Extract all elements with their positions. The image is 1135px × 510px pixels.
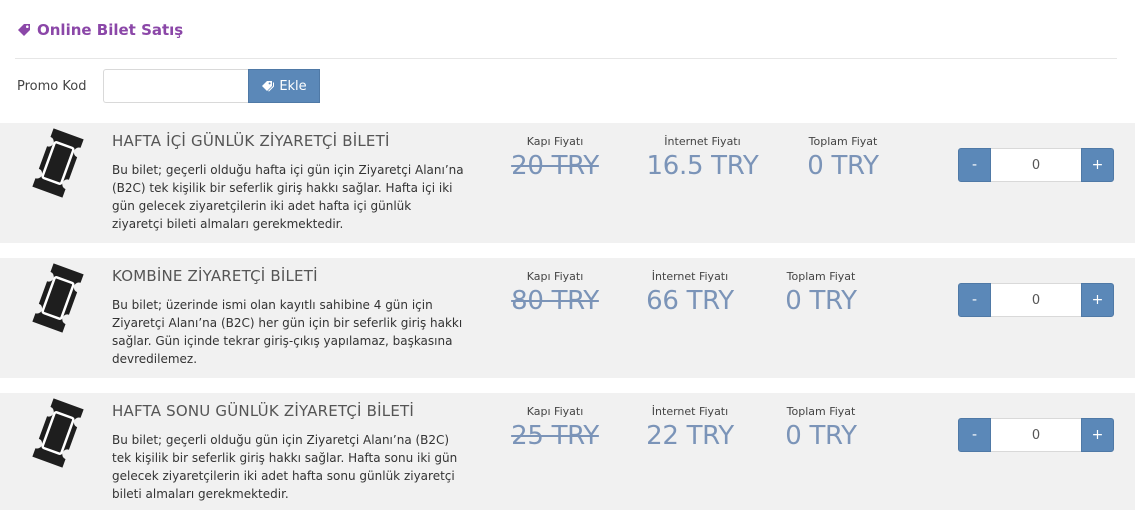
- internet-price-block: İnternet Fiyatı 16.5 TRY: [645, 135, 760, 181]
- quantity-input[interactable]: [991, 283, 1081, 317]
- total-price-value: 0 TRY: [807, 151, 879, 181]
- quantity-stepper: - +: [958, 418, 1114, 452]
- gate-price-value: 25 TRY: [511, 421, 599, 451]
- ticket-row: HAFTA İÇİ GÜNLÜK ZİYARETÇİ BİLETİ Bu bil…: [0, 123, 1135, 243]
- ticket-name: KOMBİNE ZİYARETÇİ BİLETİ: [112, 267, 318, 285]
- ticket-row: HAFTA SONU GÜNLÜK ZİYARETÇİ BİLETİ Bu bi…: [0, 393, 1135, 510]
- quantity-stepper: - +: [958, 148, 1114, 182]
- ticket-icon: [32, 398, 84, 468]
- quantity-input[interactable]: [991, 148, 1081, 182]
- header-divider: [15, 58, 1117, 59]
- total-price-label: Toplam Fiyat: [786, 270, 856, 283]
- total-price-block: Toplam Fiyat 0 TRY: [778, 270, 864, 316]
- increase-button[interactable]: +: [1081, 283, 1114, 317]
- ticket-description: Bu bilet; üzerinde ismi olan kayıtlı sah…: [112, 298, 463, 366]
- page-title: Online Bilet Satış: [37, 21, 184, 39]
- decrease-button[interactable]: -: [958, 148, 991, 182]
- total-price-value: 0 TRY: [785, 421, 857, 451]
- ticket-description: Bu bilet; geçerli olduğu hafta içi gün i…: [112, 163, 464, 231]
- quantity-input[interactable]: [991, 418, 1081, 452]
- ticket-row: KOMBİNE ZİYARETÇİ BİLETİ Bu bilet; üzeri…: [0, 258, 1135, 378]
- internet-price-value: 16.5 TRY: [646, 151, 759, 181]
- ticket-name: HAFTA İÇİ GÜNLÜK ZİYARETÇİ BİLETİ: [112, 132, 390, 150]
- decrease-button[interactable]: -: [958, 283, 991, 317]
- ticket-icon: [32, 263, 84, 333]
- internet-price-label: İnternet Fiyatı: [651, 270, 729, 283]
- page-header: Online Bilet Satış: [17, 21, 183, 39]
- gate-price-block: Kapı Fiyatı 25 TRY: [509, 405, 601, 451]
- gate-price-label: Kapı Fiyatı: [526, 135, 584, 148]
- ticket-list: HAFTA İÇİ GÜNLÜK ZİYARETÇİ BİLETİ Bu bil…: [0, 123, 1135, 510]
- internet-price-label: İnternet Fiyatı: [651, 405, 729, 418]
- total-price-label: Toplam Fiyat: [786, 405, 856, 418]
- internet-price-block: İnternet Fiyatı 66 TRY: [635, 270, 745, 316]
- promo-code-group: Promo Kod Ekle: [17, 69, 320, 103]
- gate-price-block: Kapı Fiyatı 80 TRY: [509, 270, 601, 316]
- tag-icon: [18, 24, 30, 36]
- internet-price-block: İnternet Fiyatı 22 TRY: [635, 405, 745, 451]
- tags-icon: [262, 81, 275, 92]
- gate-price-label: Kapı Fiyatı: [526, 405, 584, 418]
- increase-button[interactable]: +: [1081, 418, 1114, 452]
- add-promo-button[interactable]: Ekle: [248, 69, 320, 103]
- internet-price-label: İnternet Fiyatı: [664, 135, 741, 148]
- promo-code-input[interactable]: [103, 69, 248, 103]
- decrease-button[interactable]: -: [958, 418, 991, 452]
- total-price-block: Toplam Fiyat 0 TRY: [778, 405, 864, 451]
- total-price-label: Toplam Fiyat: [808, 135, 878, 148]
- internet-price-value: 66 TRY: [646, 286, 734, 316]
- ticket-description: Bu bilet; geçerli olduğu gün için Ziyare…: [112, 433, 458, 501]
- gate-price-block: Kapı Fiyatı 20 TRY: [509, 135, 601, 181]
- internet-price-value: 22 TRY: [646, 421, 734, 451]
- total-price-value: 0 TRY: [785, 286, 857, 316]
- gate-price-label: Kapı Fiyatı: [526, 270, 584, 283]
- quantity-stepper: - +: [958, 283, 1114, 317]
- increase-button[interactable]: +: [1081, 148, 1114, 182]
- gate-price-value: 80 TRY: [511, 286, 599, 316]
- add-promo-label: Ekle: [279, 78, 307, 94]
- promo-code-label: Promo Kod: [17, 78, 87, 94]
- ticket-name: HAFTA SONU GÜNLÜK ZİYARETÇİ BİLETİ: [112, 402, 414, 420]
- gate-price-value: 20 TRY: [511, 151, 599, 181]
- ticket-icon: [32, 128, 84, 198]
- total-price-block: Toplam Fiyat 0 TRY: [800, 135, 886, 181]
